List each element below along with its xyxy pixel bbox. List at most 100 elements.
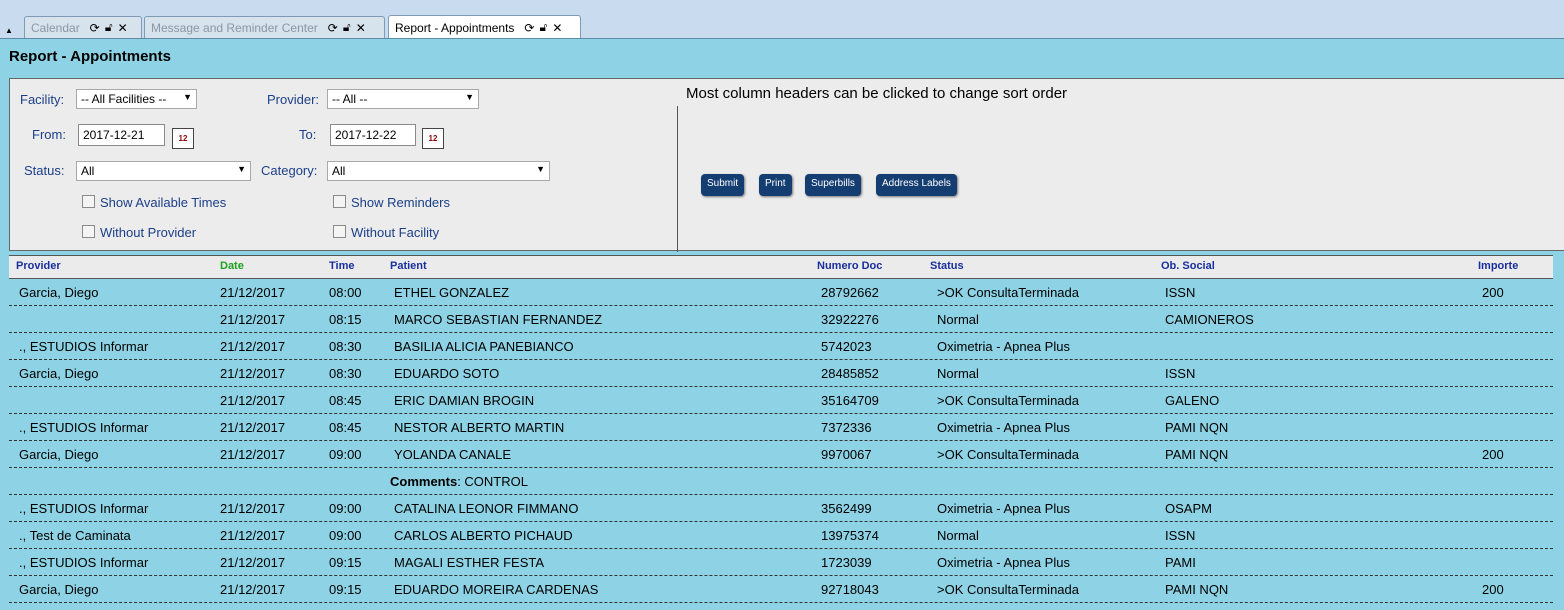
cell-patient[interactable]: CATALINA LEONOR FIMMANO (394, 501, 578, 516)
calendar-icon[interactable]: 12 (422, 128, 444, 149)
facility-select[interactable]: -- All Facilities -- ▼ (76, 89, 197, 109)
dropdown-arrow-icon: ▼ (465, 92, 474, 102)
cell-patient[interactable]: CARLOS ALBERTO PICHAUD (394, 528, 573, 543)
show-reminders-checkbox[interactable] (333, 195, 346, 208)
cell-provider: Garcia, Diego (19, 582, 99, 597)
cell-time: 08:30 (329, 366, 362, 381)
cell-ob-social: GALENO (1165, 393, 1220, 408)
table-row[interactable]: 21/12/2017 08:15 MARCO SEBASTIAN FERNAND… (9, 306, 1553, 333)
cell-doc: 5742023 (821, 339, 872, 354)
cell-doc: 92718043 (821, 582, 879, 597)
cell-doc: 7372336 (821, 420, 872, 435)
status-label: Status: (24, 163, 65, 178)
tab-message-reminder-center[interactable]: Message and Reminder Center ⟳ 🔓︎ ✕ (144, 16, 385, 38)
cell-importe: 200 (1482, 582, 1504, 597)
table-row[interactable]: ., ESTUDIOS Informar 21/12/2017 08:45 NE… (9, 414, 1553, 441)
close-icon[interactable]: ✕ (550, 21, 564, 35)
cell-time: 09:00 (329, 501, 362, 516)
superbills-button[interactable]: Superbills (805, 174, 861, 196)
cell-time: 08:30 (329, 339, 362, 354)
tab-scroll-up-icon[interactable]: ▲ (5, 26, 13, 35)
from-label: From: (32, 127, 66, 142)
cell-status: Normal (937, 312, 979, 327)
calendar-icon[interactable]: 12 (172, 128, 194, 149)
column-header-ob-social[interactable]: Ob. Social (1161, 260, 1215, 272)
cell-time: 09:15 (329, 582, 362, 597)
cell-patient[interactable]: EDUARDO MOREIRA CARDENAS (394, 582, 598, 597)
cell-ob-social: ISSN (1165, 366, 1196, 381)
cell-patient[interactable]: MARCO SEBASTIAN FERNANDEZ (394, 312, 602, 327)
provider-select[interactable]: -- All -- ▼ (327, 89, 479, 109)
without-facility-checkbox[interactable] (333, 225, 346, 238)
tab-calendar[interactable]: Calendar ⟳ 🔓︎ ✕ (24, 16, 142, 38)
unlock-icon[interactable]: 🔓︎ (340, 20, 354, 35)
cell-time: 08:15 (329, 312, 362, 327)
cell-ob-social: ISSN (1165, 285, 1196, 300)
table-row[interactable]: Garcia, Diego 21/12/2017 08:00 ETHEL GON… (9, 279, 1553, 306)
close-icon[interactable]: ✕ (116, 21, 130, 35)
tab-label: Calendar (31, 20, 80, 35)
status-select[interactable]: All ▼ (76, 161, 251, 181)
table-row[interactable]: Garcia, Diego 21/12/2017 09:00 YOLANDA C… (9, 441, 1553, 468)
column-header-time[interactable]: Time (329, 260, 354, 272)
table-row[interactable]: ., Test de Caminata 21/12/2017 09:00 CAR… (9, 522, 1553, 549)
category-select[interactable]: All ▼ (327, 161, 550, 181)
print-button[interactable]: Print (759, 174, 792, 196)
tab-label: Report - Appointments (395, 20, 515, 35)
unlock-icon[interactable]: 🔓︎ (102, 20, 116, 35)
cell-patient[interactable]: NESTOR ALBERTO MARTIN (394, 420, 564, 435)
refresh-icon[interactable]: ⟳ (522, 21, 536, 35)
column-header-date[interactable]: Date (220, 260, 244, 272)
cell-patient[interactable]: MAGALI ESTHER FESTA (394, 555, 544, 570)
cell-time: 08:45 (329, 393, 362, 408)
submit-button[interactable]: Submit (701, 174, 745, 196)
table-row[interactable]: ., ESTUDIOS Informar 21/12/2017 08:30 BA… (9, 333, 1553, 360)
refresh-icon[interactable]: ⟳ (88, 21, 102, 35)
table-row[interactable]: 21/12/2017 08:45 ERIC DAMIAN BROGIN 3516… (9, 387, 1553, 414)
dropdown-arrow-icon: ▼ (237, 164, 246, 174)
without-provider-label[interactable]: Without Provider (100, 225, 196, 240)
column-header-importe[interactable]: Importe (1478, 260, 1518, 272)
cell-ob-social: CAMIONEROS (1165, 312, 1254, 327)
cell-date: 21/12/2017 (220, 447, 286, 462)
cell-patient[interactable]: BASILIA ALICIA PANEBIANCO (394, 339, 574, 354)
cell-doc: 13975374 (821, 528, 879, 543)
cell-patient[interactable]: EDUARDO SOTO (394, 366, 499, 381)
from-date-input[interactable]: 2017-12-21 (78, 124, 165, 146)
to-date-input[interactable]: 2017-12-22 (330, 124, 416, 146)
cell-status: >OK ConsultaTerminada (937, 393, 1079, 408)
table-row[interactable]: Garcia, Diego 21/12/2017 09:15 EDUARDO M… (9, 576, 1553, 603)
cell-patient[interactable]: YOLANDA CANALE (394, 447, 511, 462)
cell-importe: 200 (1482, 447, 1504, 462)
provider-selected-value: -- All -- (332, 92, 368, 106)
cell-doc: 3562499 (821, 501, 872, 516)
cell-doc: 35164709 (821, 393, 879, 408)
table-row[interactable]: ., ESTUDIOS Informar 21/12/2017 09:00 CA… (9, 495, 1553, 522)
cell-date: 21/12/2017 (220, 339, 286, 354)
show-available-times-checkbox[interactable] (82, 195, 95, 208)
column-header-provider[interactable]: Provider (16, 260, 61, 272)
show-reminders-label[interactable]: Show Reminders (351, 195, 450, 210)
unlock-icon[interactable]: 🔓︎ (536, 20, 550, 35)
column-header-patient[interactable]: Patient (390, 260, 427, 272)
cell-date: 21/12/2017 (220, 312, 286, 327)
cell-date: 21/12/2017 (220, 285, 286, 300)
show-available-times-label[interactable]: Show Available Times (100, 195, 226, 210)
cell-status: >OK ConsultaTerminada (937, 582, 1079, 597)
table-row[interactable]: Garcia, Diego 21/12/2017 08:30 EDUARDO S… (9, 360, 1553, 387)
close-icon[interactable]: ✕ (354, 21, 368, 35)
refresh-icon[interactable]: ⟳ (326, 21, 340, 35)
address-labels-button[interactable]: Address Labels (876, 174, 957, 196)
cell-provider: ., ESTUDIOS Informar (19, 420, 149, 435)
tab-report-appointments[interactable]: Report - Appointments ⟳ 🔓︎ ✕ (388, 15, 581, 39)
cell-ob-social: PAMI NQN (1165, 447, 1229, 462)
cell-date: 21/12/2017 (220, 366, 286, 381)
column-header-status[interactable]: Status (930, 260, 964, 272)
without-facility-label[interactable]: Without Facility (351, 225, 439, 240)
without-provider-checkbox[interactable] (82, 225, 95, 238)
cell-patient[interactable]: ETHEL GONZALEZ (394, 285, 509, 300)
comment-label: Comments (390, 474, 458, 489)
table-row[interactable]: ., ESTUDIOS Informar 21/12/2017 09:15 MA… (9, 549, 1553, 576)
column-header-numero-doc[interactable]: Numero Doc (817, 260, 882, 272)
cell-patient[interactable]: ERIC DAMIAN BROGIN (394, 393, 534, 408)
